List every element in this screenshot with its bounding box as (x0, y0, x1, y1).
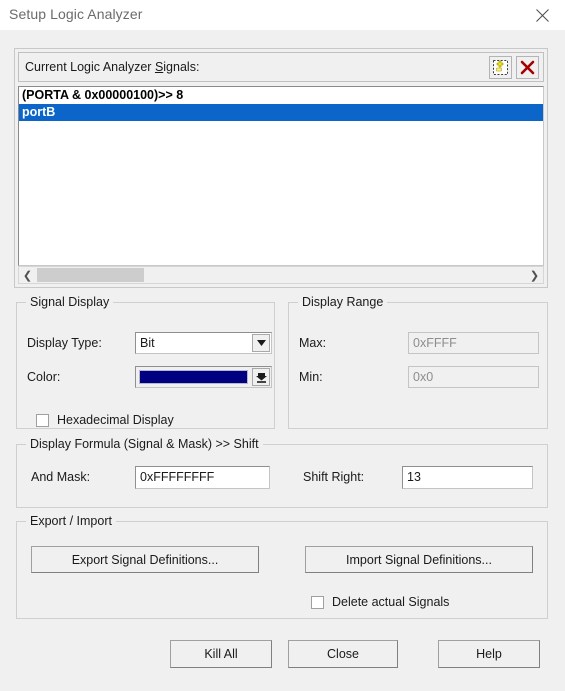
hexadecimal-display-label: Hexadecimal Display (57, 413, 174, 427)
checkbox-box[interactable] (311, 595, 324, 609)
window-close-button[interactable] (519, 0, 565, 30)
new-signal-button[interactable] (489, 56, 512, 79)
window-title: Setup Logic Analyzer (9, 6, 143, 22)
color-dropdown-icon[interactable] (252, 368, 270, 386)
delete-signal-button[interactable] (516, 56, 539, 79)
color-swatch (139, 370, 248, 384)
signals-header-label-suffix: ignals: (163, 60, 200, 74)
signals-list-horizontal-scrollbar[interactable]: ❮ ❯ (18, 266, 544, 284)
delete-signal-icon (520, 60, 535, 75)
signals-header-label-prefix: Current Logic Analyzer (25, 60, 155, 74)
export-signal-definitions-button[interactable]: Export Signal Definitions... (31, 546, 259, 573)
display-range-legend: Display Range (298, 295, 388, 309)
shift-right-label: Shift Right: (303, 470, 365, 484)
chevron-down-icon[interactable] (252, 334, 270, 352)
close-icon (535, 8, 549, 22)
signals-header-label: Current Logic Analyzer Signals: (25, 60, 199, 74)
export-import-legend: Export / Import (26, 514, 116, 528)
signals-panel: Current Logic Analyzer Signals: (PORTA &… (14, 48, 548, 288)
delete-actual-signals-checkbox[interactable]: Delete actual Signals (311, 595, 449, 609)
and-mask-field[interactable]: 0xFFFFFFFF (135, 466, 270, 489)
hexadecimal-display-checkbox[interactable]: Hexadecimal Display (36, 413, 174, 427)
max-label: Max: (299, 336, 327, 350)
list-item[interactable]: portB (19, 104, 543, 121)
scroll-left-arrow-icon[interactable]: ❮ (19, 267, 36, 283)
checkbox-box[interactable] (36, 413, 49, 427)
min-field[interactable]: 0x0 (408, 366, 539, 388)
max-field[interactable]: 0xFFFF (408, 332, 539, 354)
signals-list[interactable]: (PORTA & 0x00000100)>> 8 portB (18, 86, 544, 266)
display-range-group: Display Range Max: 0xFFFF Min: 0x0 (288, 295, 548, 429)
display-type-select[interactable]: Bit (135, 332, 272, 354)
new-signal-icon (492, 59, 509, 76)
color-select[interactable] (135, 366, 272, 388)
display-type-label: Display Type: (27, 336, 102, 350)
close-button[interactable]: Close (288, 640, 398, 668)
and-mask-label: And Mask: (31, 470, 91, 484)
title-bar: Setup Logic Analyzer (0, 0, 565, 31)
delete-actual-signals-label: Delete actual Signals (332, 595, 450, 609)
display-type-value: Bit (140, 336, 155, 350)
signal-display-legend: Signal Display (26, 295, 114, 309)
scroll-right-arrow-icon[interactable]: ❯ (526, 267, 543, 283)
display-formula-legend: Display Formula (Signal & Mask) >> Shift (26, 437, 263, 451)
color-label: Color: (27, 370, 61, 384)
scrollbar-thumb[interactable] (37, 268, 144, 282)
list-item[interactable]: (PORTA & 0x00000100)>> 8 (19, 87, 543, 104)
min-label: Min: (299, 370, 323, 384)
signal-display-group: Signal Display Display Type: Bit Color: … (16, 295, 275, 429)
import-signal-definitions-button[interactable]: Import Signal Definitions... (305, 546, 533, 573)
kill-all-button[interactable]: Kill All (170, 640, 272, 668)
display-formula-group: Display Formula (Signal & Mask) >> Shift… (16, 437, 548, 508)
help-button[interactable]: Help (438, 640, 540, 668)
signals-header: Current Logic Analyzer Signals: (18, 52, 544, 82)
shift-right-field[interactable]: 13 (402, 466, 533, 489)
